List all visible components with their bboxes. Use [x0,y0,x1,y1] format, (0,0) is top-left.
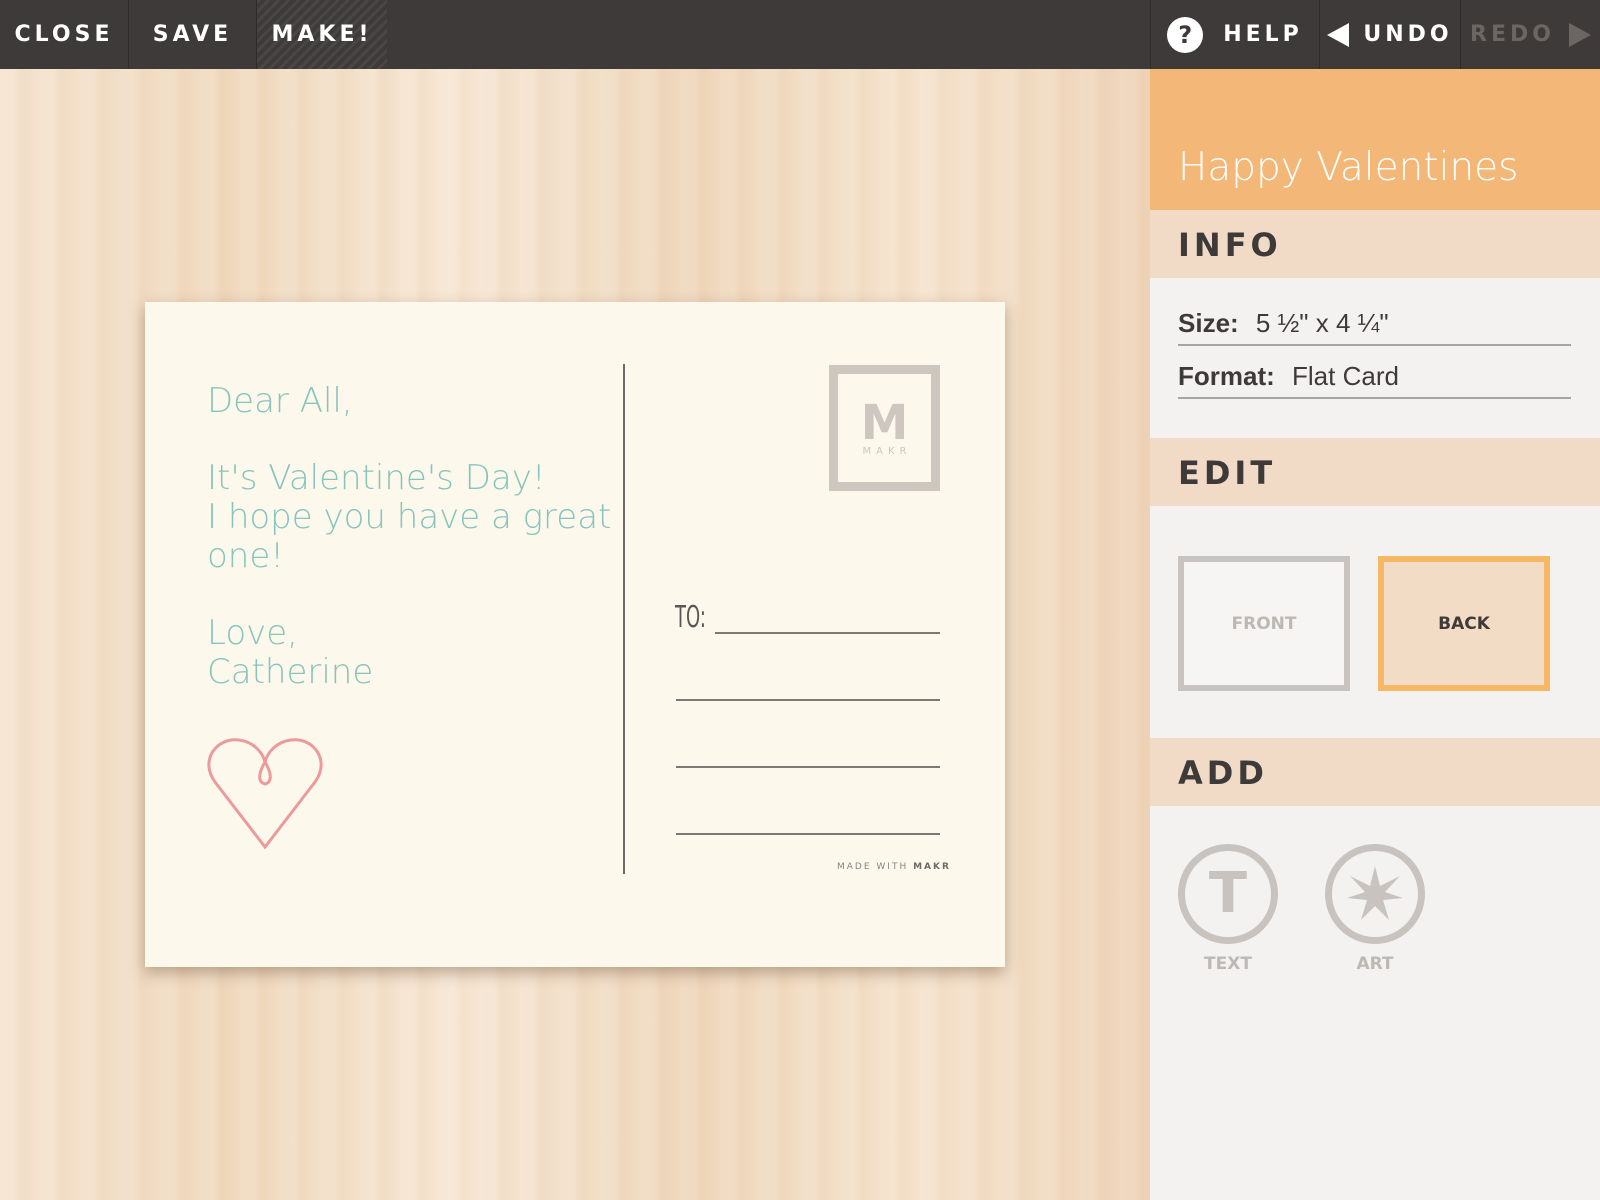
message-signature: Catherine [207,652,374,692]
project-title: Happy Valentines [1178,145,1519,190]
close-button[interactable]: CLOSE [0,0,128,69]
message-line: I hope you have a great [207,497,612,537]
address-line [676,833,940,835]
edit-front-button[interactable]: FRONT [1178,556,1350,691]
help-icon: ? [1167,16,1204,53]
edit-back-button[interactable]: BACK [1378,556,1550,691]
add-heading: ADD [1178,754,1268,792]
help-button[interactable]: ? HELP [1151,0,1319,69]
made-with-brand: MAKR [913,862,951,872]
to-label: TO: [675,600,706,635]
size-value: 5 ½" x 4 ¼" [1255,308,1389,338]
add-section-header: ADD [1150,738,1600,806]
message-line: It's Valentine's Day! [207,458,546,498]
star-glyph [1347,866,1403,920]
message-signoff: Love, [207,613,298,653]
front-label: FRONT [1231,613,1297,634]
edit-heading: EDIT [1178,454,1277,492]
make-button[interactable]: MAKE! [257,0,387,69]
redo-button[interactable]: REDO [1461,0,1600,69]
size-label: Size: [1178,308,1239,338]
postcard-back[interactable]: Dear All, It's Valentine's Day! I hope y… [145,302,1005,967]
format-label: Format: [1178,361,1275,391]
undo-button[interactable]: UNDO [1320,0,1460,69]
makr-stamp-icon: M MAKR [829,365,940,491]
card-divider [623,364,625,874]
format-value: Flat Card [1292,361,1399,391]
text-icon-glyph: T [1208,861,1248,926]
card-message[interactable]: Dear All, It's Valentine's Day! I hope y… [207,382,611,692]
top-toolbar: CLOSE SAVE MAKE! ? HELP UNDO REDO [0,0,1600,69]
text-label: TEXT [1204,954,1252,974]
art-label: ART [1356,954,1394,974]
made-with-prefix: MADE WITH [837,862,909,872]
address-line [676,766,940,768]
text-icon: T [1178,844,1278,944]
redo-arrow-icon [1568,22,1591,47]
edit-section-header: EDIT [1150,438,1600,506]
add-art-button[interactable]: ART [1325,844,1425,974]
size-row: Size: 5 ½" x 4 ¼" [1178,308,1571,346]
stamp-letter: M [860,394,909,451]
properties-panel: Happy Valentines INFO Size: 5 ½" x 4 ¼" … [1150,69,1600,1200]
message-line: one! [207,536,284,576]
redo-label: REDO [1470,22,1555,47]
message-greeting: Dear All, [207,381,353,421]
address-line [715,632,940,634]
format-row: Format: Flat Card [1178,361,1571,399]
save-button[interactable]: SAVE [129,0,256,69]
undo-arrow-icon [1327,22,1350,47]
heart-icon[interactable] [205,732,325,857]
art-star-icon [1325,844,1425,944]
made-with-makr: MADE WITH MAKR [837,862,951,872]
add-text-button[interactable]: T TEXT [1178,844,1278,974]
info-section-header: INFO [1150,210,1600,278]
back-label: BACK [1438,613,1490,634]
panel-header: Happy Valentines [1150,69,1600,210]
help-label: HELP [1223,22,1303,47]
info-heading: INFO [1178,226,1282,264]
undo-label: UNDO [1363,22,1453,47]
address-line [676,699,940,701]
stamp-text: MAKR [862,445,912,457]
